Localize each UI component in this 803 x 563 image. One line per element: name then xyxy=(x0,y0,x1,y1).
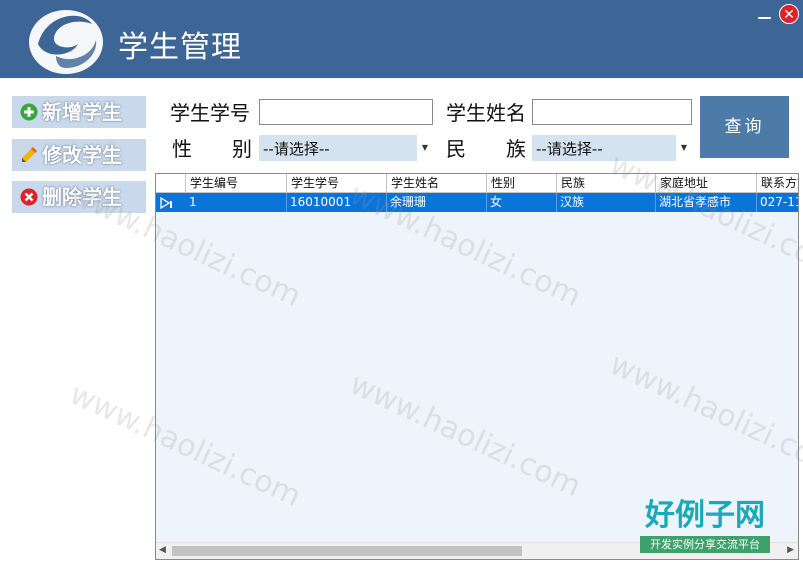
delete-student-label: 删除学生 xyxy=(42,185,122,209)
title-bar: 学生管理 ✕ xyxy=(0,0,803,78)
column-header[interactable]: 学生编号 xyxy=(186,174,287,192)
brand-watermark: 好例子网 开发实例分享交流平台 xyxy=(638,498,772,556)
table-cell[interactable]: 女 xyxy=(487,193,557,212)
main-content: 新增学生 修改学生 删除学生 学生学号 学生姓名 性 别 --请选择-- ▼ 民… xyxy=(0,78,803,563)
brand-subtitle: 开发实例分享交流平台 xyxy=(640,536,770,553)
edit-student-button[interactable]: 修改学生 xyxy=(12,139,146,171)
scroll-right-icon[interactable]: ▶ xyxy=(787,545,794,555)
delete-student-button[interactable]: 删除学生 xyxy=(12,181,146,213)
scroll-left-icon[interactable]: ◀ xyxy=(159,545,166,555)
student-no-label: 学生学号 xyxy=(170,101,250,125)
table-cell[interactable]: 1 xyxy=(186,193,287,212)
row-header-corner xyxy=(156,174,186,192)
student-name-input[interactable] xyxy=(532,99,692,125)
student-name-label: 学生姓名 xyxy=(446,101,526,125)
ethnicity-select[interactable]: --请选择-- ▼ xyxy=(532,135,692,161)
app-logo-icon xyxy=(29,10,103,74)
table-header: 学生编号 学生学号 学生姓名 性别 民族 家庭地址 联系方式 xyxy=(156,174,798,193)
query-button[interactable]: 查询 xyxy=(700,96,789,158)
ethnicity-label: 民 族 xyxy=(446,137,526,161)
table-row[interactable]: 1 16010001 余珊珊 女 汉族 湖北省孝感市 027-110 xyxy=(156,193,798,212)
column-header[interactable]: 民族 xyxy=(557,174,656,192)
table-cell[interactable]: 湖北省孝感市 xyxy=(656,193,757,212)
current-row-arrow-icon xyxy=(160,197,172,209)
table-cell[interactable]: 汉族 xyxy=(557,193,656,212)
add-student-button[interactable]: 新增学生 xyxy=(12,96,146,128)
gender-select[interactable]: --请选择-- ▼ xyxy=(259,135,433,161)
gender-select-value: --请选择-- xyxy=(263,140,330,158)
column-header[interactable]: 性别 xyxy=(487,174,557,192)
brand-title: 好例子网 xyxy=(645,498,765,533)
table-cell[interactable]: 16010001 xyxy=(287,193,387,212)
column-header[interactable]: 学生学号 xyxy=(287,174,387,192)
plus-icon xyxy=(20,103,38,121)
minimize-icon[interactable] xyxy=(756,6,774,22)
table-cell[interactable]: 余珊珊 xyxy=(387,193,487,212)
student-no-input[interactable] xyxy=(259,99,433,125)
row-selector[interactable] xyxy=(156,193,186,212)
column-header[interactable]: 学生姓名 xyxy=(387,174,487,192)
gender-label: 性 别 xyxy=(172,137,252,161)
edit-student-label: 修改学生 xyxy=(42,143,122,167)
close-icon[interactable]: ✕ xyxy=(779,4,799,24)
delete-x-icon xyxy=(20,188,38,206)
chevron-down-icon[interactable]: ▼ xyxy=(676,135,692,161)
column-header[interactable]: 家庭地址 xyxy=(656,174,757,192)
pencil-icon xyxy=(22,147,37,162)
scrollbar-thumb[interactable] xyxy=(172,546,522,556)
ethnicity-select-value: --请选择-- xyxy=(536,140,603,158)
chevron-down-icon[interactable]: ▼ xyxy=(417,135,433,161)
table-cell[interactable]: 027-110 xyxy=(757,193,798,212)
app-title: 学生管理 xyxy=(118,30,242,65)
add-student-label: 新增学生 xyxy=(42,100,122,124)
column-header[interactable]: 联系方式 xyxy=(757,174,798,192)
